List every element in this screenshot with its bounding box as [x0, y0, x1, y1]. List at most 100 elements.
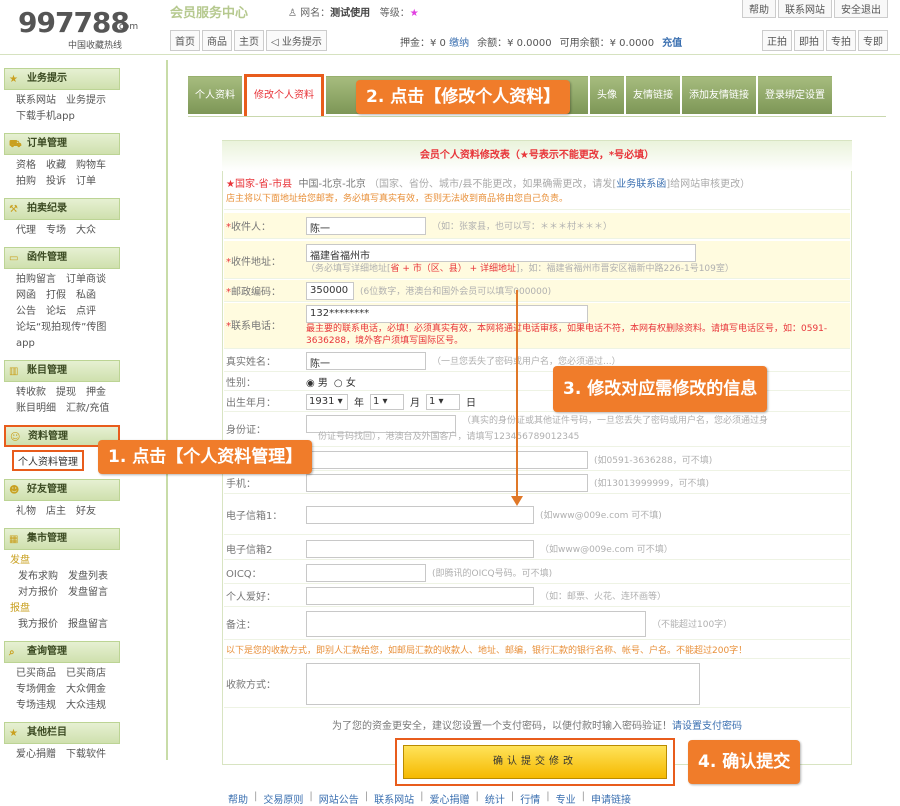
email2-input[interactable]	[306, 539, 534, 558]
sidebar-item[interactable]: 已买商品	[16, 666, 56, 682]
sidebar-item-profile-manage[interactable]: 个人资料管理	[12, 450, 84, 471]
confirm-submit-button[interactable]: 确认提交修改	[403, 745, 667, 779]
footer-link[interactable]: 联系网站	[374, 791, 414, 806]
nav-auction-2[interactable]: 即拍	[794, 30, 824, 51]
sidebar-item-contact[interactable]: 联系网站	[16, 93, 56, 109]
sidebar-header-market[interactable]: ▦ 集市管理	[4, 528, 120, 550]
sidebar-item[interactable]: 汇款/充值	[66, 401, 109, 417]
address-input[interactable]: 福建省福州市	[306, 244, 696, 262]
oicq-input[interactable]	[306, 563, 426, 582]
nav-goods[interactable]: 商品	[202, 30, 232, 51]
gender-male-radio[interactable]: ◉ 男	[306, 374, 328, 389]
business-letter-link[interactable]: 业务联系函	[616, 179, 666, 190]
footer-link[interactable]: 专业	[556, 791, 576, 806]
sidebar-item[interactable]: 发盘留言	[68, 585, 108, 601]
nav-auction-4[interactable]: 专即	[858, 30, 888, 51]
sidebar-item[interactable]: 代理	[16, 223, 36, 239]
help-link[interactable]: 帮助	[742, 0, 776, 18]
sidebar-item[interactable]: 打假	[46, 288, 66, 304]
sidebar-item[interactable]: 拍购留言	[16, 272, 56, 288]
logout-link[interactable]: 安全退出	[834, 0, 888, 18]
sidebar-item[interactable]: 论坛	[46, 304, 66, 320]
pay-method-textarea[interactable]	[306, 662, 700, 705]
nav-homepage[interactable]: 主页	[234, 30, 264, 51]
year-select[interactable]: 1931 ▾	[306, 393, 348, 410]
sidebar-item[interactable]: 账目明细	[16, 401, 56, 417]
sidebar-header-accounts[interactable]: ▥ 账目管理	[4, 360, 120, 382]
email1-input[interactable]	[306, 505, 534, 524]
tab-add-link[interactable]: 添加友情链接	[682, 76, 756, 114]
sidebar-item[interactable]: 大众佣金	[66, 682, 106, 698]
sidebar-item[interactable]: 报盘留言	[68, 617, 108, 633]
realname-input[interactable]: 陈一	[306, 351, 426, 370]
tab-edit-profile[interactable]: 修改个人资料	[244, 74, 324, 116]
receiver-input[interactable]: 陈一	[306, 216, 426, 235]
sidebar-item[interactable]: 已买商店	[66, 666, 106, 682]
footer-link[interactable]: 申请链接	[591, 791, 631, 806]
sidebar-item[interactable]: 发布求购	[18, 569, 58, 585]
sidebar-item[interactable]: 专场	[46, 223, 66, 239]
sidebar-header-orders[interactable]: ⛟ 订单管理	[4, 133, 120, 155]
remark-textarea[interactable]	[306, 610, 646, 637]
set-pay-password-link[interactable]: 请设置支付密码	[672, 717, 742, 732]
tab-login-binding[interactable]: 登录绑定设置	[758, 76, 832, 114]
phone-input[interactable]: 132********	[306, 305, 588, 323]
sidebar-item[interactable]: 收藏	[46, 158, 66, 174]
tab-links[interactable]: 友情链接	[626, 76, 680, 114]
sidebar-item[interactable]: 提现	[56, 385, 76, 401]
sidebar-item-app[interactable]: 下载手机app	[16, 109, 75, 125]
sidebar-item[interactable]: 拍购	[16, 174, 36, 190]
sidebar-item[interactable]: 投诉	[46, 174, 66, 190]
footer-link[interactable]: 行情	[520, 791, 540, 806]
sidebar-item[interactable]: 礼物	[16, 504, 36, 520]
footer-link[interactable]: 网站公告	[319, 791, 359, 806]
sidebar-item[interactable]: 订单	[76, 174, 96, 190]
sidebar-item[interactable]: 点评	[76, 304, 96, 320]
sidebar-item[interactable]: 公告	[16, 304, 36, 320]
sidebar-header-other[interactable]: ★ 其他栏目	[4, 722, 120, 744]
sidebar-item[interactable]: 专场违规	[16, 698, 56, 714]
sidebar-item[interactable]: 大众违规	[66, 698, 106, 714]
sidebar-item[interactable]: 我方报价	[18, 617, 58, 633]
sidebar-item[interactable]: 店主	[46, 504, 66, 520]
sidebar-item[interactable]: 购物车	[76, 158, 106, 174]
sidebar-item[interactable]: 对方报价	[18, 585, 58, 601]
zip-input[interactable]: 350000	[306, 281, 354, 300]
month-select[interactable]: 1 ▾	[370, 393, 404, 410]
sidebar-item[interactable]: 大众	[76, 223, 96, 239]
footer-link[interactable]: 交易原则	[263, 791, 303, 806]
sidebar-item[interactable]: 爱心捐赠	[16, 747, 56, 763]
footer-link[interactable]: 统计	[485, 791, 505, 806]
nav-home[interactable]: 首页	[170, 30, 200, 51]
tab-avatar[interactable]: 头像	[590, 76, 624, 114]
sidebar-header-query[interactable]: ⌕ 查询管理	[4, 641, 120, 663]
sidebar-header-mail[interactable]: ▭ 函件管理	[4, 247, 120, 269]
sidebar-item[interactable]: 发盘列表	[68, 569, 108, 585]
tab-profile[interactable]: 个人资料	[188, 76, 242, 114]
contact-link[interactable]: 联系网站	[778, 0, 832, 18]
gender-female-radio[interactable]: ○ 女	[334, 374, 356, 389]
mobile-input[interactable]	[306, 473, 588, 492]
pay-deposit-link[interactable]: 缴纳	[449, 38, 469, 49]
nav-tips[interactable]: ◁ 业务提示	[266, 30, 327, 51]
site-logo[interactable]: 997788 .com 中国收藏热线	[18, 6, 138, 51]
day-select[interactable]: 1 ▾	[426, 393, 460, 410]
sidebar-item[interactable]: 论坛“现拍现传”传图app	[16, 320, 110, 352]
sidebar-item[interactable]: 转收款	[16, 385, 46, 401]
recharge-link[interactable]: 充值	[662, 34, 682, 49]
sidebar-header-friends[interactable]: ☻ 好友管理	[4, 479, 120, 501]
sidebar-item[interactable]: 好友	[76, 504, 96, 520]
sidebar-item-tips[interactable]: 业务提示	[66, 93, 106, 109]
hobby-input[interactable]	[306, 586, 534, 605]
footer-link[interactable]: 帮助	[228, 791, 248, 806]
sidebar-header-tips[interactable]: ★ 业务提示	[4, 68, 120, 90]
sidebar-item[interactable]: 订单商谈	[66, 272, 106, 288]
sidebar-item[interactable]: 押金	[86, 385, 106, 401]
sidebar-item[interactable]: 专场佣金	[16, 682, 56, 698]
nav-auction-1[interactable]: 正拍	[762, 30, 792, 51]
sidebar-header-auction[interactable]: ⚒ 拍卖纪录	[4, 198, 120, 220]
sidebar-item[interactable]: 网函	[16, 288, 36, 304]
nav-auction-3[interactable]: 专拍	[826, 30, 856, 51]
tel-input[interactable]	[306, 450, 588, 469]
sidebar-item[interactable]: 资格	[16, 158, 36, 174]
